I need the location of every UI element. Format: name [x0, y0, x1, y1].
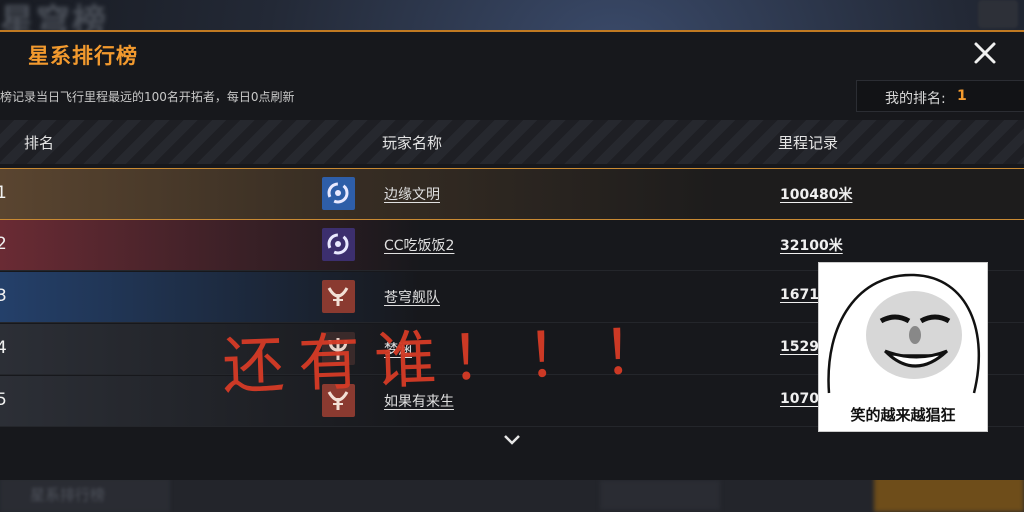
- rank-number: 4: [0, 338, 7, 358]
- distance-record: 100480米: [780, 187, 853, 203]
- scroll-down-button[interactable]: [502, 432, 522, 451]
- distance-record: 32100米: [780, 238, 843, 254]
- player-name-link[interactable]: 苍穹舰队: [384, 287, 440, 307]
- horns-emblem-icon: [327, 287, 349, 306]
- leaderboard-row[interactable]: 1 边缘文明 100480米: [0, 168, 1024, 220]
- chevron-down-icon: [504, 435, 520, 445]
- panel-header: 星系排行榜: [0, 32, 1024, 74]
- close-icon: [974, 42, 996, 64]
- rank-number: 3: [0, 286, 7, 306]
- column-header-rank: 排名: [24, 134, 55, 152]
- player-name-link[interactable]: CC吃饭饭2: [384, 235, 454, 255]
- handwritten-overlay: 还有谁！！！: [221, 314, 680, 403]
- player-name-link[interactable]: 边缘文明: [384, 184, 440, 204]
- background-leaderboard-button: 星系排行榜: [0, 478, 170, 512]
- my-rank-box: 我的排名: 1: [856, 80, 1024, 112]
- column-header-distance: 里程记录: [778, 134, 839, 152]
- rank-number: 1: [0, 183, 7, 203]
- background-middle-button: [600, 480, 720, 510]
- panel-description: 榜记录当日飞行里程最远的100名开拓者，每日0点刷新: [0, 90, 295, 104]
- scroll-fade: [0, 450, 1024, 480]
- panel-title: 星系排行榜: [28, 44, 138, 68]
- background-corner-button: [978, 0, 1018, 28]
- player-avatar[interactable]: [322, 177, 355, 210]
- my-rank-label: 我的排名:: [885, 91, 946, 107]
- rank-number: 2: [0, 234, 7, 254]
- column-header-player: 玩家名称: [382, 134, 443, 152]
- close-button[interactable]: [968, 38, 1002, 70]
- swirl-emblem-icon: [327, 233, 349, 255]
- grinning-face-icon: [827, 273, 981, 394]
- rank-stripe: [0, 220, 420, 270]
- table-header: 排名 玩家名称 里程记录: [0, 120, 1024, 164]
- rank-number: 5: [0, 390, 7, 410]
- player-avatar[interactable]: [322, 228, 355, 261]
- my-rank-value: 1: [957, 88, 967, 104]
- swirl-emblem-icon: [327, 182, 349, 204]
- meme-caption: 笑的越来越猖狂: [850, 406, 956, 424]
- player-avatar[interactable]: [322, 280, 355, 313]
- meme-sticker: 笑的越来越猖狂: [818, 262, 988, 432]
